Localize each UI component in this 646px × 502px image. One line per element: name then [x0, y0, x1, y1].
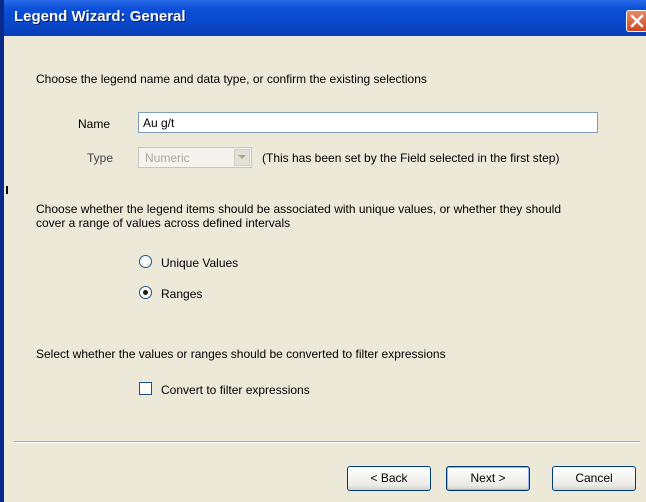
close-button[interactable] [626, 10, 646, 32]
window-title: Legend Wizard: General [14, 8, 186, 25]
ranges-radio[interactable] [139, 286, 152, 299]
edge-mark [6, 186, 8, 194]
type-select-value: Numeric [145, 151, 190, 165]
unique-values-radio[interactable] [139, 255, 152, 268]
type-dropdown-arrow[interactable] [234, 149, 250, 166]
association-instruction-line1: Choose whether the legend items should b… [36, 202, 561, 216]
title-bar[interactable]: Legend Wizard: General [4, 0, 646, 36]
footer-divider [14, 441, 640, 443]
type-label: Type [87, 151, 114, 165]
back-button[interactable]: < Back [347, 466, 431, 491]
filter-instruction: Select whether the values or ranges shou… [36, 347, 446, 361]
unique-values-label[interactable]: Unique Values [161, 256, 238, 270]
name-label: Name [78, 117, 111, 131]
type-note: (This has been set by the Field selected… [262, 151, 560, 165]
next-button[interactable]: Next > [446, 466, 530, 491]
ranges-label[interactable]: Ranges [161, 287, 202, 301]
close-icon [630, 14, 644, 28]
general-instruction: Choose the legend name and data type, or… [36, 72, 427, 86]
convert-filter-label[interactable]: Convert to filter expressions [161, 383, 310, 397]
association-instruction-line2: cover a range of values across defined i… [36, 216, 291, 230]
chevron-down-icon [238, 155, 246, 159]
legend-name-input[interactable] [138, 112, 598, 133]
cancel-button[interactable]: Cancel [552, 466, 636, 491]
type-select[interactable]: Numeric [138, 147, 252, 168]
convert-filter-checkbox[interactable] [139, 382, 152, 395]
